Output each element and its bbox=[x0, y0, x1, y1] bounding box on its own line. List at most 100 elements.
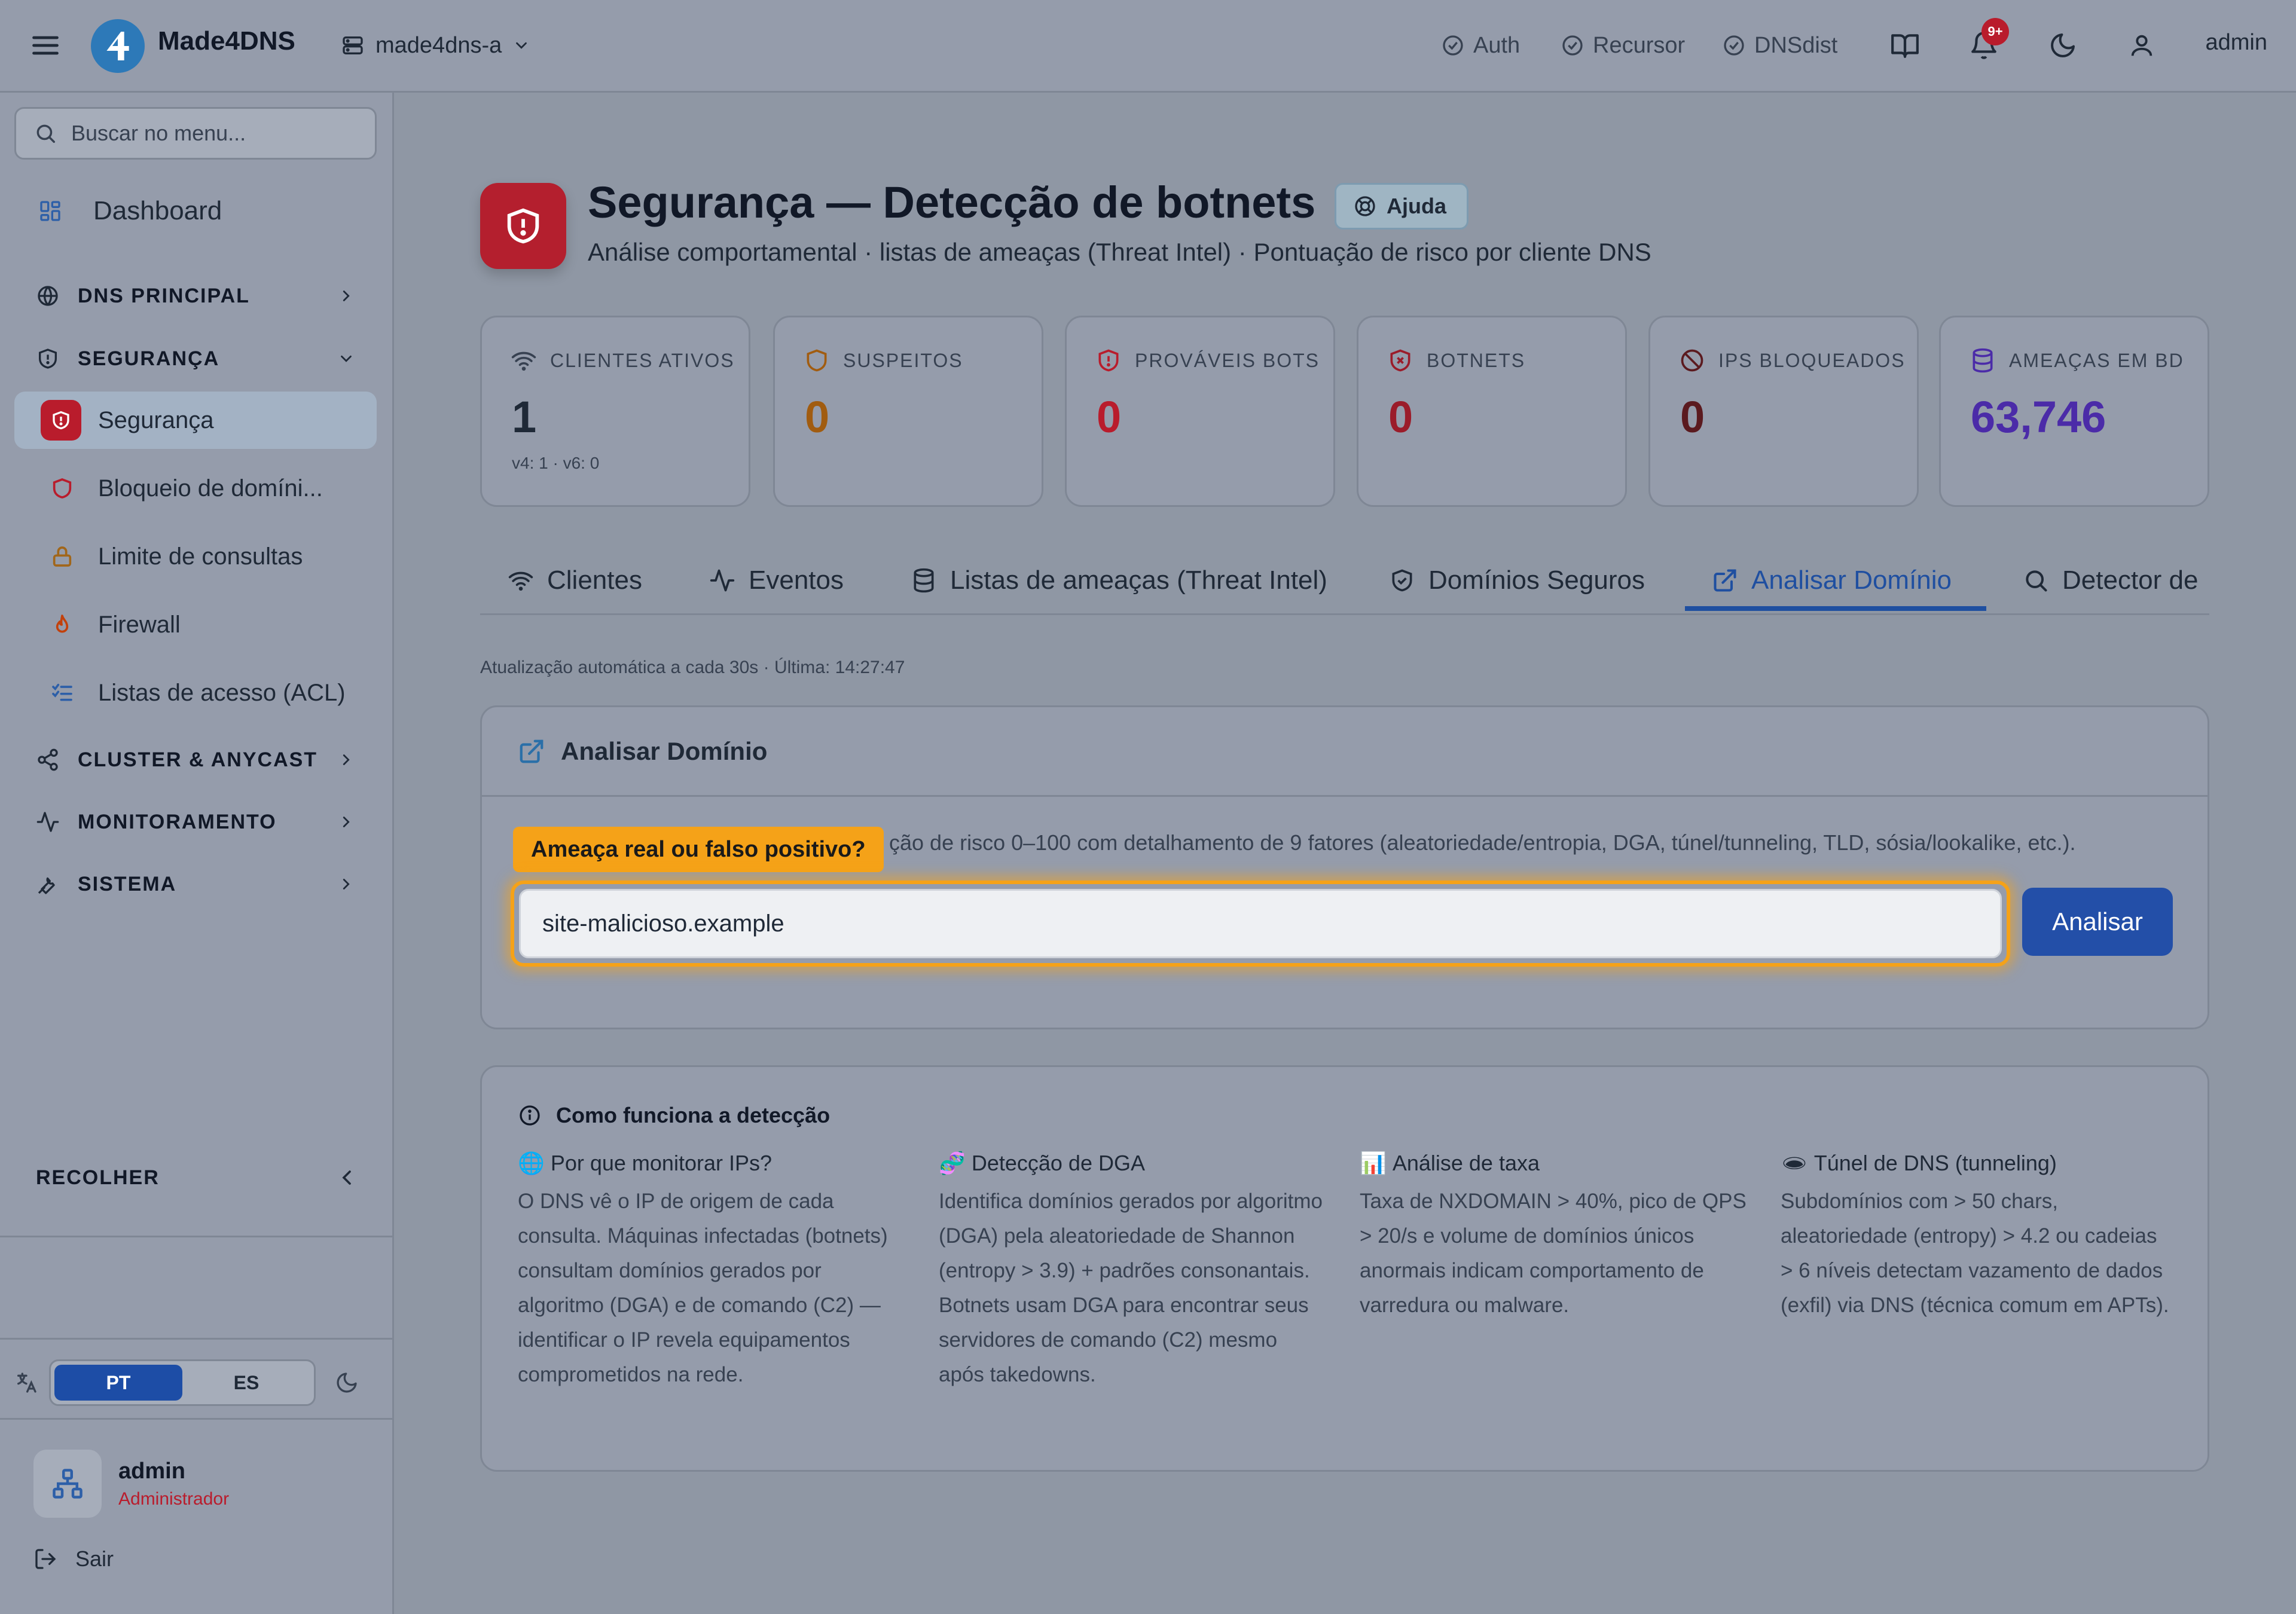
chevron-right-icon bbox=[337, 751, 355, 769]
stat-label: IPS BLOQUEADOS bbox=[1718, 349, 1906, 371]
search-icon bbox=[2023, 567, 2049, 594]
shield-x-icon bbox=[1387, 347, 1413, 374]
sidebar-item-dashboard[interactable]: Dashboard bbox=[14, 182, 377, 240]
sidebar-section-label: SEGURANÇA bbox=[78, 347, 220, 370]
how-it-works-card: Como funciona a detecção 🌐 Por que monito… bbox=[480, 1065, 2209, 1472]
sidebar-item-firewall[interactable]: Firewall bbox=[14, 596, 377, 653]
shield-alert-icon bbox=[1095, 347, 1122, 374]
globe-icon bbox=[36, 284, 60, 308]
sidebar-item-label: Segurança bbox=[98, 406, 214, 433]
external-link-icon bbox=[518, 738, 545, 765]
hole-emoji-icon: 🕳 bbox=[1781, 1151, 1808, 1175]
status-auth[interactable]: Auth bbox=[1441, 29, 1520, 62]
search-icon bbox=[34, 122, 57, 145]
how-column: 📊 Análise de taxa Taxa de NXDOMAIN > 40%,… bbox=[1360, 1151, 1748, 1323]
menu-search[interactable] bbox=[14, 107, 377, 160]
chevron-right-icon bbox=[337, 287, 355, 305]
how-column: 🧬 Detecção de DGA Identifica domínios ger… bbox=[939, 1151, 1327, 1392]
help-button[interactable]: Ajuda bbox=[1335, 183, 1469, 230]
bell-icon[interactable]: 9+ bbox=[1967, 18, 2009, 62]
tab-events[interactable]: Eventos bbox=[709, 548, 844, 613]
translate-icon bbox=[14, 1371, 38, 1395]
sidebar-divider bbox=[0, 1338, 392, 1340]
sidebar-item-rate-limit[interactable]: Limite de consultas bbox=[14, 528, 377, 585]
moon-icon[interactable] bbox=[2046, 29, 2080, 62]
user-card[interactable]: admin Administrador bbox=[33, 1450, 229, 1518]
column-text: O DNS vê o IP de origem de cada consulta… bbox=[518, 1190, 888, 1386]
stat-subtext: v4: 1 · v6: 0 bbox=[512, 454, 600, 472]
menu-search-input[interactable] bbox=[70, 120, 359, 146]
language-row: PT ES bbox=[14, 1356, 377, 1410]
chevron-left-icon bbox=[335, 1166, 359, 1190]
user-menu-name[interactable]: admin bbox=[2206, 30, 2268, 56]
tab-detector[interactable]: Detector de bbox=[2023, 548, 2198, 613]
auto-update-text: Atualização automática a cada 30s · Últi… bbox=[480, 658, 905, 677]
chart-emoji-icon: 📊 bbox=[1360, 1151, 1387, 1175]
sidebar-item-domain-block[interactable]: Bloqueio de domíni... bbox=[14, 460, 377, 517]
menu-icon[interactable] bbox=[30, 30, 61, 61]
external-link-icon bbox=[1712, 567, 1738, 594]
lang-pt-button[interactable]: PT bbox=[54, 1365, 182, 1401]
tab-clients[interactable]: Clientes bbox=[508, 548, 642, 613]
status-dnsdist-label: DNSdist bbox=[1754, 32, 1838, 58]
status-dnsdist[interactable]: DNSdist bbox=[1722, 29, 1837, 62]
sidebar-section-monitoring[interactable]: MONITORAMENTO bbox=[14, 798, 377, 846]
stat-card-active-clients: CLIENTES ATIVOS 1 v4: 1 · v6: 0 bbox=[480, 316, 750, 507]
database-icon bbox=[1970, 347, 1996, 374]
sidebar-section-security[interactable]: SEGURANÇA bbox=[14, 335, 377, 383]
lang-es-button[interactable]: ES bbox=[182, 1365, 310, 1401]
dashboard-icon bbox=[38, 199, 62, 223]
analyze-button[interactable]: Analisar bbox=[2022, 888, 2173, 956]
tab-threat-lists[interactable]: Listas de ameaças (Threat Intel) bbox=[911, 548, 1327, 613]
user-role: Administrador bbox=[118, 1488, 230, 1509]
logout-button[interactable]: Sair bbox=[33, 1546, 114, 1572]
stat-card-threats-db: AMEAÇAS EM BD 63,746 bbox=[1939, 316, 2209, 507]
check-circle-icon bbox=[1722, 33, 1746, 57]
column-title: Detecção de DGA bbox=[971, 1151, 1145, 1175]
sidebar-item-label: Firewall bbox=[98, 611, 181, 638]
logout-icon bbox=[33, 1547, 57, 1571]
sidebar-item-label: Listas de acesso (ACL) bbox=[98, 679, 346, 706]
stat-value: 1 bbox=[512, 392, 537, 442]
docs-book-icon[interactable] bbox=[1888, 29, 1922, 62]
how-title-label: Como funciona a detecção bbox=[556, 1103, 831, 1127]
column-title: Análise de taxa bbox=[1392, 1151, 1540, 1175]
how-it-works-title: Como funciona a detecção bbox=[518, 1103, 830, 1128]
sidebar-section-label: MONITORAMENTO bbox=[78, 810, 277, 833]
help-label: Ajuda bbox=[1387, 194, 1447, 218]
sidebar-item-security[interactable]: Segurança bbox=[14, 392, 377, 449]
user-icon[interactable] bbox=[2125, 29, 2158, 62]
dna-emoji-icon: 🧬 bbox=[939, 1151, 966, 1175]
stat-label: SUSPEITOS bbox=[843, 349, 963, 371]
domain-input[interactable] bbox=[519, 889, 2002, 958]
brand-logo-icon[interactable] bbox=[91, 19, 145, 73]
tab-label: Analisar Domínio bbox=[1751, 565, 1952, 595]
card-title: Analisar Domínio bbox=[561, 736, 768, 765]
info-icon bbox=[518, 1103, 542, 1127]
database-icon bbox=[911, 567, 937, 594]
page-title: Segurança — Detecção de botnets bbox=[588, 178, 1316, 227]
tab-safe-domains[interactable]: Domínios Seguros bbox=[1389, 548, 1645, 613]
status-recursor[interactable]: Recursor bbox=[1561, 29, 1685, 62]
active-tab-indicator bbox=[1685, 606, 1986, 611]
shield-alert-icon bbox=[41, 400, 81, 441]
wrench-icon bbox=[36, 872, 60, 896]
sidebar-section-system[interactable]: SISTEMA bbox=[14, 860, 377, 908]
moon-icon[interactable] bbox=[335, 1371, 359, 1395]
tab-bar: Clientes Eventos Listas de ameaças (Thre… bbox=[480, 548, 2209, 615]
check-circle-icon bbox=[1441, 33, 1465, 57]
sidebar-section-dns[interactable]: DNS PRINCIPAL bbox=[14, 272, 377, 320]
how-column: 🕳 Túnel de DNS (tunneling) Subdomínios co… bbox=[1781, 1151, 2169, 1323]
server-selector[interactable]: made4dns-a bbox=[341, 29, 530, 62]
sidebar-section-label: SISTEMA bbox=[78, 872, 177, 895]
stat-card-probable-bots: PROVÁVEIS BOTS 0 bbox=[1065, 316, 1335, 507]
brand-name[interactable]: Made4DNS bbox=[158, 26, 295, 56]
column-title: Túnel de DNS (tunneling) bbox=[1813, 1151, 2057, 1175]
chevron-down-icon bbox=[512, 36, 530, 54]
network-icon bbox=[33, 1450, 102, 1518]
collapse-sidebar-button[interactable]: RECOLHER bbox=[36, 1154, 359, 1202]
tab-analyze-domain[interactable]: Analisar Domínio bbox=[1712, 548, 1952, 613]
stat-value: 0 bbox=[1680, 392, 1705, 442]
sidebar-section-cluster[interactable]: CLUSTER & ANYCAST bbox=[14, 736, 377, 784]
sidebar-item-acl[interactable]: Listas de acesso (ACL) bbox=[14, 664, 377, 722]
